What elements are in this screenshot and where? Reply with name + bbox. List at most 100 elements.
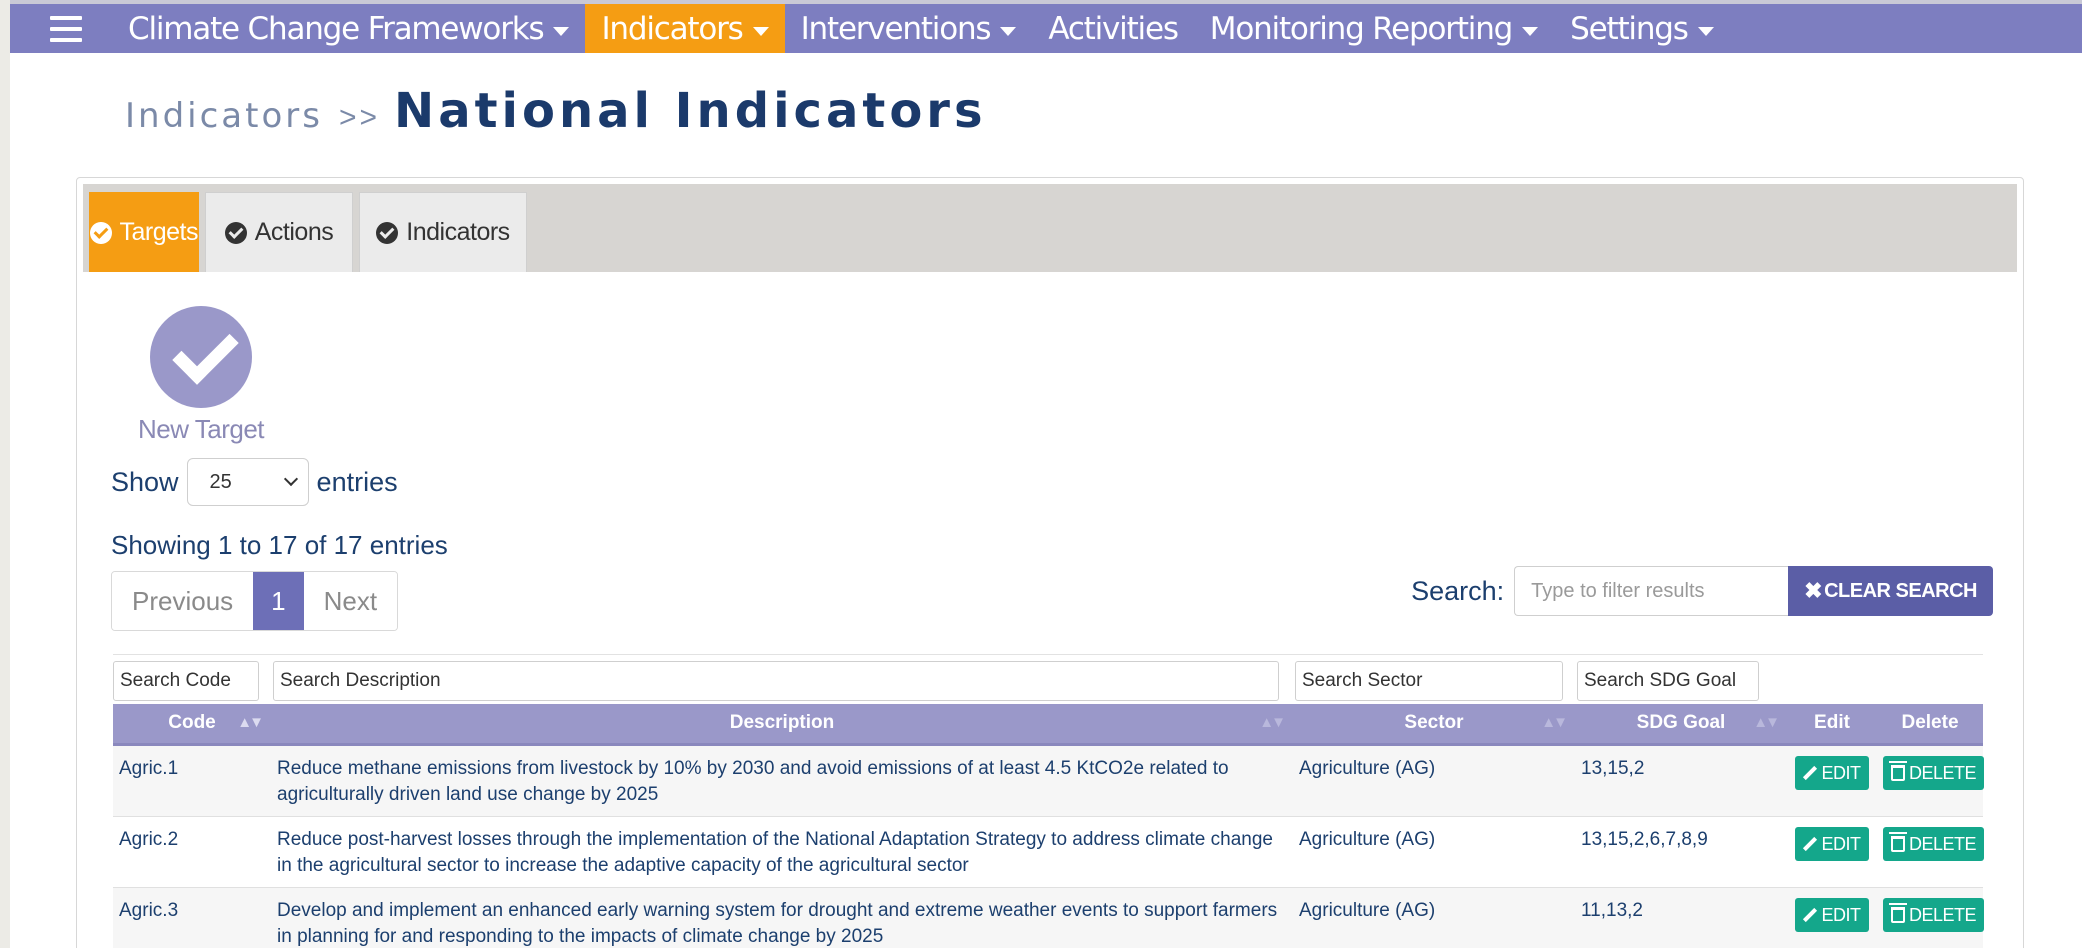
search-description-input[interactable]: Search Description bbox=[273, 661, 1279, 701]
main-content: Indicators >> National Indicators Target… bbox=[10, 53, 2082, 948]
cell-code: Agric.3 bbox=[113, 887, 271, 948]
search-code-input[interactable]: Search Code bbox=[113, 661, 259, 701]
check-circle-icon bbox=[376, 221, 399, 244]
table-info: Showing 1 to 17 of 17 entries bbox=[111, 530, 448, 560]
trash-icon bbox=[1889, 831, 1907, 852]
cell-edit: EDIT bbox=[1787, 887, 1877, 948]
header-label: Delete bbox=[1901, 712, 1959, 734]
edit-button[interactable]: EDIT bbox=[1795, 826, 1869, 861]
tab-targets[interactable]: Targets bbox=[89, 192, 199, 272]
header-label: Edit bbox=[1814, 712, 1850, 734]
cell-sector: Agriculture (AG) bbox=[1293, 744, 1575, 817]
nav-monitoring-reporting[interactable]: Monitoring Reporting bbox=[1194, 0, 1554, 53]
cell-sdg-goal: 13,15,2,6,7,8,9 bbox=[1575, 816, 1787, 888]
tab-bar: Targets Actions Indicators bbox=[83, 184, 2017, 272]
tab-label: Actions bbox=[254, 218, 334, 246]
tab-indicators[interactable]: Indicators bbox=[359, 192, 527, 272]
targets-table: Code ▲▼ Description ▲▼ Sector ▲▼ SDG Goal ▲▼… bbox=[113, 704, 1985, 948]
caret-down-icon bbox=[1522, 27, 1539, 36]
nav-label: Settings bbox=[1570, 10, 1689, 47]
delete-button[interactable]: DELETE bbox=[1883, 897, 1985, 932]
table-row: Agric.1 Reduce methane emissions from li… bbox=[113, 744, 1985, 817]
show-label: Show bbox=[111, 466, 179, 497]
nav-label: Indicators bbox=[601, 10, 743, 47]
page-title: National Indicators bbox=[394, 83, 987, 139]
caret-down-icon bbox=[1697, 27, 1714, 36]
search-bar: Search: ✖ CLEAR SEARCH bbox=[1411, 566, 1993, 616]
column-header-code[interactable]: Code ▲▼ bbox=[113, 704, 271, 746]
pagination-page-1[interactable]: 1 bbox=[253, 572, 304, 630]
header-label: Sector bbox=[1404, 712, 1464, 734]
hamburger-menu-icon[interactable] bbox=[50, 15, 82, 42]
sort-icon: ▲▼ bbox=[1259, 714, 1286, 731]
pagination-previous[interactable]: Previous bbox=[112, 572, 254, 630]
nav-label: Interventions bbox=[800, 10, 992, 47]
column-header-edit: Edit bbox=[1787, 704, 1877, 746]
cell-sdg-goal: 13,15,2 bbox=[1575, 744, 1787, 817]
cell-delete: DELETE bbox=[1877, 816, 1985, 888]
search-sector-input[interactable]: Search Sector bbox=[1295, 661, 1563, 701]
breadcrumb: Indicators >> National Indicators bbox=[125, 83, 987, 139]
edit-button[interactable]: EDIT bbox=[1795, 755, 1869, 790]
cell-code: Agric.2 bbox=[113, 816, 271, 888]
tab-actions[interactable]: Actions bbox=[205, 192, 353, 272]
delete-label: DELETE bbox=[1909, 904, 1977, 925]
sort-icon: ▲▼ bbox=[1541, 714, 1568, 731]
trash-icon bbox=[1889, 760, 1907, 781]
nav-label: Activities bbox=[1048, 10, 1179, 47]
breadcrumb-parent[interactable]: Indicators bbox=[125, 96, 323, 136]
nav-label: Monitoring Reporting bbox=[1209, 10, 1514, 47]
cell-description: Develop and implement an enhanced early … bbox=[271, 887, 1293, 948]
new-target-label: New Target bbox=[137, 414, 265, 444]
cell-delete: DELETE bbox=[1877, 887, 1985, 948]
pagination-next[interactable]: Next bbox=[303, 572, 398, 630]
column-header-sdg-goal[interactable]: SDG Goal ▲▼ bbox=[1575, 704, 1787, 746]
new-target-button[interactable]: New Target bbox=[131, 306, 271, 445]
edit-label: EDIT bbox=[1821, 833, 1861, 854]
column-header-sector[interactable]: Sector ▲▼ bbox=[1293, 704, 1575, 746]
chevron-down-icon bbox=[283, 471, 298, 487]
column-filter-row: Search Code Search Description Search Se… bbox=[113, 654, 1983, 701]
delete-button[interactable]: DELETE bbox=[1883, 755, 1985, 790]
tab-label: Indicators bbox=[406, 218, 510, 246]
cell-edit: EDIT bbox=[1787, 744, 1877, 817]
trash-icon bbox=[1889, 902, 1907, 923]
sort-icon: ▲▼ bbox=[1753, 714, 1780, 731]
clear-search-button[interactable]: ✖ CLEAR SEARCH bbox=[1788, 566, 1993, 616]
table-row: Agric.3 Develop and implement an enhance… bbox=[113, 887, 1985, 948]
nav-activities[interactable]: Activities bbox=[1032, 0, 1193, 53]
cell-code: Agric.1 bbox=[113, 744, 271, 817]
entries-select[interactable]: 25 bbox=[186, 458, 309, 506]
delete-button[interactable]: DELETE bbox=[1883, 826, 1985, 861]
column-header-description[interactable]: Description ▲▼ bbox=[271, 704, 1293, 746]
pencil-icon bbox=[1803, 908, 1817, 922]
search-label: Search: bbox=[1411, 575, 1505, 606]
nav-label: Climate Change Frameworks bbox=[128, 10, 545, 47]
cell-edit: EDIT bbox=[1787, 816, 1877, 888]
cell-sector: Agriculture (AG) bbox=[1293, 816, 1575, 888]
edit-label: EDIT bbox=[1821, 762, 1861, 783]
edit-button[interactable]: EDIT bbox=[1795, 897, 1869, 932]
entries-value: 25 bbox=[209, 470, 232, 493]
pencil-icon bbox=[1803, 766, 1817, 780]
caret-down-icon bbox=[553, 27, 570, 36]
edit-label: EDIT bbox=[1821, 904, 1861, 925]
nav-indicators[interactable]: Indicators bbox=[585, 0, 785, 53]
entries-label: entries bbox=[316, 466, 398, 497]
nav-settings[interactable]: Settings bbox=[1554, 0, 1730, 53]
sort-asc-icon: ▲▼ bbox=[237, 714, 264, 731]
table-header-row: Code ▲▼ Description ▲▼ Sector ▲▼ SDG Goal ▲▼… bbox=[113, 704, 1983, 746]
length-control: Show 25 entries bbox=[111, 458, 398, 506]
clear-search-label: CLEAR SEARCH bbox=[1824, 579, 1977, 602]
search-sdg-goal-input[interactable]: Search SDG Goal bbox=[1577, 661, 1759, 701]
nav-interventions[interactable]: Interventions bbox=[785, 0, 1033, 53]
header-label: SDG Goal bbox=[1636, 712, 1726, 734]
search-input[interactable] bbox=[1514, 566, 1789, 616]
column-header-delete: Delete bbox=[1877, 704, 1983, 746]
header-label: Code bbox=[168, 712, 216, 734]
close-icon: ✖ bbox=[1804, 578, 1823, 603]
check-icon bbox=[150, 306, 252, 408]
header-label: Description bbox=[729, 712, 835, 734]
cell-description: Reduce post-harvest losses through the i… bbox=[271, 816, 1293, 888]
nav-climate-change-frameworks[interactable]: Climate Change Frameworks bbox=[112, 0, 585, 53]
